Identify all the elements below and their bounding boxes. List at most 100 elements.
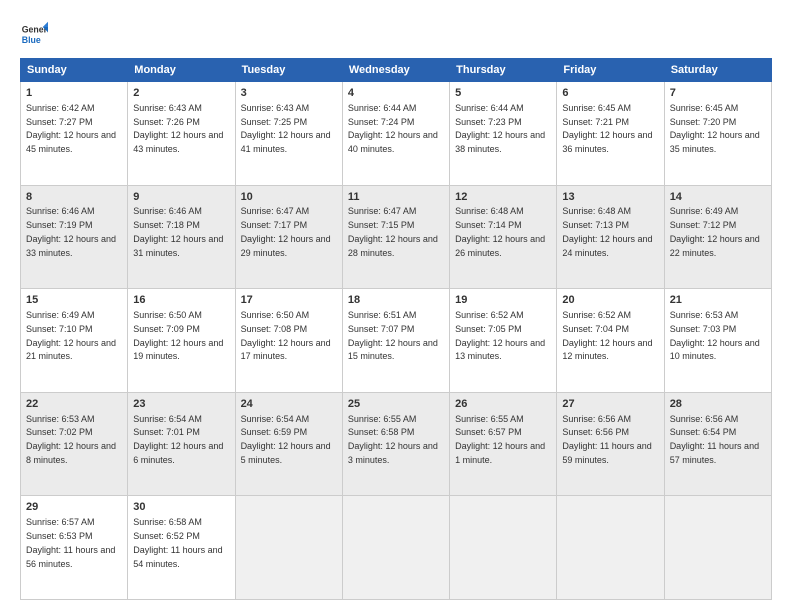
day-info: Sunrise: 6:56 AMSunset: 6:54 PMDaylight:… xyxy=(670,414,759,465)
day-number: 21 xyxy=(670,293,766,308)
logo-icon: General Blue xyxy=(20,20,48,48)
calendar-cell: 12Sunrise: 6:48 AMSunset: 7:14 PMDayligh… xyxy=(450,185,557,289)
day-number: 4 xyxy=(348,86,444,101)
day-number: 28 xyxy=(670,397,766,412)
day-info: Sunrise: 6:48 AMSunset: 7:13 PMDaylight:… xyxy=(562,206,652,257)
day-number: 1 xyxy=(26,86,122,101)
calendar-cell: 19Sunrise: 6:52 AMSunset: 7:05 PMDayligh… xyxy=(450,289,557,393)
calendar-cell: 14Sunrise: 6:49 AMSunset: 7:12 PMDayligh… xyxy=(664,185,771,289)
day-number: 22 xyxy=(26,397,122,412)
calendar-header-saturday: Saturday xyxy=(664,59,771,82)
day-number: 26 xyxy=(455,397,551,412)
calendar-row-3: 15 Sunrise: 6:49 AMSunset: 7:10 PMDayligh… xyxy=(21,289,772,393)
header: General Blue xyxy=(20,16,772,48)
day-number: 9 xyxy=(133,190,229,205)
day-number: 25 xyxy=(348,397,444,412)
day-number: 29 xyxy=(26,500,122,515)
day-info: Sunrise: 6:46 AMSunset: 7:19 PMDaylight:… xyxy=(26,206,116,257)
day-number: 7 xyxy=(670,86,766,101)
calendar-cell: 9Sunrise: 6:46 AMSunset: 7:18 PMDaylight… xyxy=(128,185,235,289)
day-number: 6 xyxy=(562,86,658,101)
day-number: 2 xyxy=(133,86,229,101)
calendar-cell: 7 Sunrise: 6:45 AMSunset: 7:20 PMDaylight… xyxy=(664,82,771,186)
calendar-cell: 24Sunrise: 6:54 AMSunset: 6:59 PMDayligh… xyxy=(235,392,342,496)
calendar-header-sunday: Sunday xyxy=(21,59,128,82)
calendar-cell: 8Sunrise: 6:46 AMSunset: 7:19 PMDaylight… xyxy=(21,185,128,289)
calendar-cell: 15 Sunrise: 6:49 AMSunset: 7:10 PMDayligh… xyxy=(21,289,128,393)
logo: General Blue xyxy=(20,20,52,48)
day-info: Sunrise: 6:49 AMSunset: 7:12 PMDaylight:… xyxy=(670,206,760,257)
calendar-header-wednesday: Wednesday xyxy=(342,59,449,82)
day-info: Sunrise: 6:50 AMSunset: 7:09 PMDaylight:… xyxy=(133,310,223,361)
calendar-cell: 26 Sunrise: 6:55 AMSunset: 6:57 PMDayligh… xyxy=(450,392,557,496)
day-info: Sunrise: 6:43 AMSunset: 7:26 PMDaylight:… xyxy=(133,103,223,154)
day-info: Sunrise: 6:45 AMSunset: 7:20 PMDaylight:… xyxy=(670,103,760,154)
day-info: Sunrise: 6:47 AMSunset: 7:15 PMDaylight:… xyxy=(348,206,438,257)
calendar-cell: 10Sunrise: 6:47 AMSunset: 7:17 PMDayligh… xyxy=(235,185,342,289)
day-info: Sunrise: 6:52 AMSunset: 7:05 PMDaylight:… xyxy=(455,310,545,361)
day-number: 24 xyxy=(241,397,337,412)
calendar-header-row: SundayMondayTuesdayWednesdayThursdayFrid… xyxy=(21,59,772,82)
day-info: Sunrise: 6:47 AMSunset: 7:17 PMDaylight:… xyxy=(241,206,331,257)
day-number: 5 xyxy=(455,86,551,101)
calendar-cell xyxy=(235,496,342,600)
calendar-cell: 5 Sunrise: 6:44 AMSunset: 7:23 PMDaylight… xyxy=(450,82,557,186)
calendar-cell: 1 Sunrise: 6:42 AMSunset: 7:27 PMDaylight… xyxy=(21,82,128,186)
calendar-cell: 6 Sunrise: 6:45 AMSunset: 7:21 PMDaylight… xyxy=(557,82,664,186)
calendar-cell: 29 Sunrise: 6:57 AMSunset: 6:53 PMDayligh… xyxy=(21,496,128,600)
day-info: Sunrise: 6:46 AMSunset: 7:18 PMDaylight:… xyxy=(133,206,223,257)
day-info: Sunrise: 6:52 AMSunset: 7:04 PMDaylight:… xyxy=(562,310,652,361)
day-info: Sunrise: 6:50 AMSunset: 7:08 PMDaylight:… xyxy=(241,310,331,361)
day-info: Sunrise: 6:48 AMSunset: 7:14 PMDaylight:… xyxy=(455,206,545,257)
calendar-cell: 23Sunrise: 6:54 AMSunset: 7:01 PMDayligh… xyxy=(128,392,235,496)
calendar-cell: 2 Sunrise: 6:43 AMSunset: 7:26 PMDaylight… xyxy=(128,82,235,186)
calendar-header-tuesday: Tuesday xyxy=(235,59,342,82)
day-number: 30 xyxy=(133,500,229,515)
calendar-cell: 17 Sunrise: 6:50 AMSunset: 7:08 PMDayligh… xyxy=(235,289,342,393)
day-info: Sunrise: 6:49 AMSunset: 7:10 PMDaylight:… xyxy=(26,310,116,361)
day-info: Sunrise: 6:56 AMSunset: 6:56 PMDaylight:… xyxy=(562,414,651,465)
calendar-cell xyxy=(342,496,449,600)
svg-text:Blue: Blue xyxy=(22,35,41,45)
day-number: 11 xyxy=(348,190,444,205)
calendar-cell: 22 Sunrise: 6:53 AMSunset: 7:02 PMDayligh… xyxy=(21,392,128,496)
calendar-cell: 13Sunrise: 6:48 AMSunset: 7:13 PMDayligh… xyxy=(557,185,664,289)
calendar-cell: 3Sunrise: 6:43 AMSunset: 7:25 PMDaylight… xyxy=(235,82,342,186)
calendar-cell: 11Sunrise: 6:47 AMSunset: 7:15 PMDayligh… xyxy=(342,185,449,289)
calendar-header-thursday: Thursday xyxy=(450,59,557,82)
day-number: 16 xyxy=(133,293,229,308)
calendar-cell: 25 Sunrise: 6:55 AMSunset: 6:58 PMDayligh… xyxy=(342,392,449,496)
day-number: 12 xyxy=(455,190,551,205)
day-info: Sunrise: 6:55 AMSunset: 6:58 PMDaylight:… xyxy=(348,414,438,465)
day-info: Sunrise: 6:54 AMSunset: 7:01 PMDaylight:… xyxy=(133,414,223,465)
day-info: Sunrise: 6:58 AMSunset: 6:52 PMDaylight:… xyxy=(133,517,222,568)
day-number: 27 xyxy=(562,397,658,412)
calendar-cell: 28 Sunrise: 6:56 AMSunset: 6:54 PMDayligh… xyxy=(664,392,771,496)
calendar-header-friday: Friday xyxy=(557,59,664,82)
day-number: 15 xyxy=(26,293,122,308)
day-info: Sunrise: 6:42 AMSunset: 7:27 PMDaylight:… xyxy=(26,103,116,154)
day-number: 17 xyxy=(241,293,337,308)
calendar-row-1: 1 Sunrise: 6:42 AMSunset: 7:27 PMDaylight… xyxy=(21,82,772,186)
day-number: 18 xyxy=(348,293,444,308)
day-info: Sunrise: 6:45 AMSunset: 7:21 PMDaylight:… xyxy=(562,103,652,154)
calendar-row-5: 29 Sunrise: 6:57 AMSunset: 6:53 PMDayligh… xyxy=(21,496,772,600)
day-number: 14 xyxy=(670,190,766,205)
day-info: Sunrise: 6:53 AMSunset: 7:02 PMDaylight:… xyxy=(26,414,116,465)
day-info: Sunrise: 6:55 AMSunset: 6:57 PMDaylight:… xyxy=(455,414,545,465)
calendar-cell: 20 Sunrise: 6:52 AMSunset: 7:04 PMDayligh… xyxy=(557,289,664,393)
page: General Blue SundayMondayTuesdayWednesda… xyxy=(0,0,792,612)
day-number: 8 xyxy=(26,190,122,205)
calendar-table: SundayMondayTuesdayWednesdayThursdayFrid… xyxy=(20,58,772,600)
day-number: 20 xyxy=(562,293,658,308)
calendar-header-monday: Monday xyxy=(128,59,235,82)
day-info: Sunrise: 6:44 AMSunset: 7:23 PMDaylight:… xyxy=(455,103,545,154)
calendar-cell: 4Sunrise: 6:44 AMSunset: 7:24 PMDaylight… xyxy=(342,82,449,186)
calendar-cell: 30 Sunrise: 6:58 AMSunset: 6:52 PMDayligh… xyxy=(128,496,235,600)
calendar-row-2: 8Sunrise: 6:46 AMSunset: 7:19 PMDaylight… xyxy=(21,185,772,289)
day-number: 10 xyxy=(241,190,337,205)
calendar-cell xyxy=(664,496,771,600)
day-info: Sunrise: 6:53 AMSunset: 7:03 PMDaylight:… xyxy=(670,310,760,361)
calendar-cell: 27 Sunrise: 6:56 AMSunset: 6:56 PMDayligh… xyxy=(557,392,664,496)
day-info: Sunrise: 6:57 AMSunset: 6:53 PMDaylight:… xyxy=(26,517,115,568)
